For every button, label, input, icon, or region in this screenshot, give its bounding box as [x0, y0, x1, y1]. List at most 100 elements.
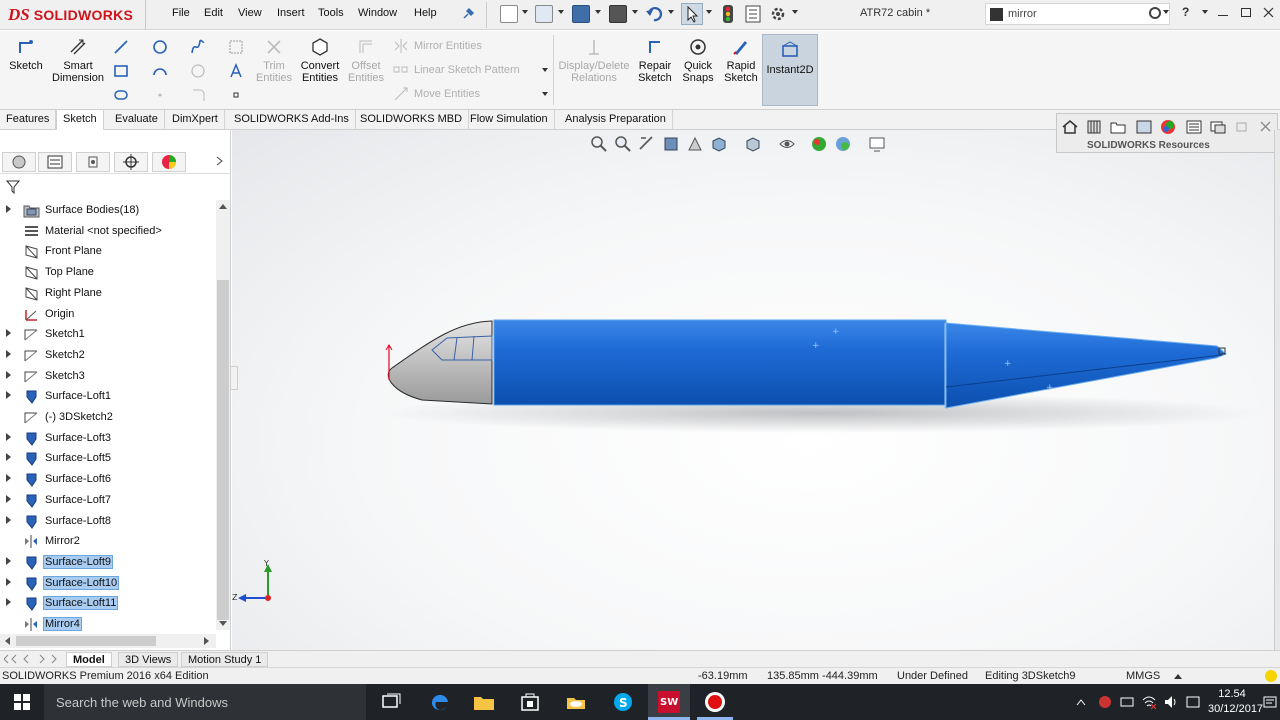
scroll-right-icon[interactable] — [204, 637, 210, 645]
rectangle-icon[interactable] — [113, 63, 129, 79]
taskbar-date[interactable]: 30/12/2017 — [1208, 703, 1263, 715]
tree-item[interactable]: Right Plane — [0, 283, 214, 304]
rapid-sketch-button[interactable]: Rapid Sketch — [721, 37, 761, 84]
offset-entities-button[interactable]: Offset Entities — [345, 37, 387, 84]
store-icon[interactable] — [518, 690, 542, 714]
chevron-down-icon[interactable] — [668, 10, 674, 14]
expand-arrow-icon[interactable] — [6, 474, 11, 483]
horizontal-scrollbar[interactable] — [0, 634, 216, 648]
help-icon[interactable]: ? — [1182, 5, 1189, 19]
expand-arrow-icon[interactable] — [6, 577, 11, 586]
chevron-down-icon[interactable] — [522, 10, 528, 14]
configuration-manager-tab[interactable] — [76, 152, 110, 172]
scroll-down-icon[interactable] — [219, 621, 227, 627]
scroll-up-icon[interactable] — [219, 203, 227, 209]
sketch-point[interactable]: + — [1046, 383, 1054, 393]
taskbar-search[interactable]: Search the web and Windows — [44, 684, 366, 720]
task-view-icon[interactable] — [380, 690, 404, 714]
chevron-down-icon[interactable] — [542, 68, 548, 72]
tab-dimxpert[interactable]: DimXpert — [166, 110, 225, 130]
aircraft-cabin-model[interactable]: + + + + — [232, 130, 1280, 650]
display-delete-relations-button[interactable]: Display/Delete Relations — [558, 37, 630, 84]
input-method-icon[interactable] — [1185, 694, 1201, 710]
menu-view[interactable]: View — [238, 7, 262, 19]
volume-icon[interactable] — [1163, 694, 1179, 710]
tab-flow-simulation[interactable]: Flow Simulation — [464, 110, 555, 130]
expand-arrow-icon[interactable] — [6, 205, 11, 213]
tail-cone-surface[interactable] — [945, 322, 1227, 409]
gear-icon[interactable] — [769, 5, 787, 23]
appearances-scenes-icon[interactable] — [1159, 118, 1177, 136]
scrollbar-thumb[interactable] — [217, 280, 229, 620]
home-icon[interactable] — [1061, 118, 1079, 136]
close-icon[interactable] — [1263, 7, 1274, 18]
quick-snaps-button[interactable]: Quick Snaps — [679, 37, 717, 84]
tab-evaluate[interactable]: Evaluate — [109, 110, 165, 130]
spline-icon[interactable] — [190, 39, 206, 55]
tab-analysis-preparation[interactable]: Analysis Preparation — [559, 110, 673, 130]
tree-item[interactable]: Surface-Loft3 — [0, 428, 214, 449]
fuselage-cabin-surface[interactable] — [493, 319, 947, 406]
taskbar-search-placeholder[interactable]: Search the web and Windows — [56, 695, 228, 710]
tree-item[interactable]: Surface-Loft8 — [0, 511, 214, 532]
linear-sketch-pattern-label[interactable]: Linear Sketch Pattern — [414, 64, 520, 76]
print-icon[interactable] — [609, 5, 627, 23]
file-explorer-taskbar-icon[interactable] — [472, 690, 496, 714]
search-commands-box[interactable]: mirror — [985, 3, 1170, 25]
chevron-down-icon[interactable] — [558, 10, 564, 14]
point-icon[interactable] — [152, 87, 168, 103]
chevron-down-icon[interactable] — [632, 10, 638, 14]
chevron-down-icon[interactable] — [792, 10, 798, 14]
smart-dimension-button[interactable]: Smart Dimension — [50, 37, 106, 84]
start-button[interactable] — [0, 684, 44, 720]
sketch-point[interactable]: + — [1004, 359, 1012, 369]
property-manager-tab[interactable] — [38, 152, 72, 172]
notifications-icon[interactable] — [1262, 694, 1278, 710]
tree-item[interactable]: Surface-Loft11 — [0, 593, 214, 614]
expand-arrow-icon[interactable] — [6, 598, 11, 607]
scroll-left-icon[interactable] — [4, 637, 10, 645]
sketch-point[interactable]: + — [832, 327, 840, 337]
convert-entities-button[interactable]: Convert Entities — [298, 37, 342, 84]
custom-properties-icon[interactable] — [1185, 118, 1203, 136]
undo-icon[interactable] — [645, 5, 663, 23]
tree-item[interactable]: Material <not specified> — [0, 221, 214, 242]
feature-manager-tab[interactable] — [2, 152, 36, 172]
search-icon[interactable] — [1149, 7, 1161, 19]
open-folder-icon[interactable] — [535, 5, 553, 23]
sketch-point[interactable]: + — [812, 341, 820, 351]
tree-item[interactable]: Surface-Loft5 — [0, 448, 214, 469]
close-icon[interactable] — [1257, 118, 1275, 136]
tree-item[interactable]: Surface-Loft1 — [0, 386, 214, 407]
tab-features[interactable]: Features — [0, 110, 57, 130]
tab-motion-study-1[interactable]: Motion Study 1 — [181, 652, 269, 667]
expand-arrow-icon[interactable] — [6, 432, 11, 441]
tab-solidworks-add-ins[interactable]: SOLIDWORKS Add-Ins — [228, 110, 356, 130]
minimize-button[interactable] — [1218, 15, 1228, 16]
screen-recorder-icon[interactable] — [703, 690, 727, 714]
menu-edit[interactable]: Edit — [204, 7, 223, 19]
onedrive-folder-icon[interactable] — [564, 690, 588, 714]
edge-browser-icon[interactable] — [428, 690, 452, 714]
circle-icon[interactable] — [152, 39, 168, 55]
tab-scroll-arrows[interactable] — [4, 654, 60, 664]
pin-icon[interactable] — [461, 7, 475, 21]
scrollbar-thumb[interactable] — [16, 636, 156, 646]
menu-insert[interactable]: Insert — [277, 7, 305, 19]
tree-item[interactable]: Top Plane — [0, 262, 214, 283]
tree-item[interactable]: Surface-Loft10 — [0, 573, 214, 594]
display-manager-tab[interactable] — [152, 152, 186, 172]
expand-arrow-icon[interactable] — [6, 556, 11, 565]
solidworks-forum-icon[interactable] — [1209, 118, 1227, 136]
tree-item[interactable]: Origin — [0, 304, 214, 325]
tree-item[interactable]: Sketch2 — [0, 345, 214, 366]
trim-entities-button[interactable]: Trim Entities — [254, 37, 294, 84]
menu-file[interactable]: File — [172, 7, 190, 19]
expand-arrow-icon[interactable] — [6, 515, 11, 524]
polygon-icon[interactable] — [113, 87, 129, 103]
skype-icon[interactable]: S — [611, 690, 635, 714]
chevron-down-icon[interactable] — [1163, 10, 1169, 14]
fillet-icon[interactable] — [190, 87, 206, 103]
new-document-icon[interactable] — [500, 5, 518, 23]
file-properties-icon[interactable] — [744, 5, 762, 23]
